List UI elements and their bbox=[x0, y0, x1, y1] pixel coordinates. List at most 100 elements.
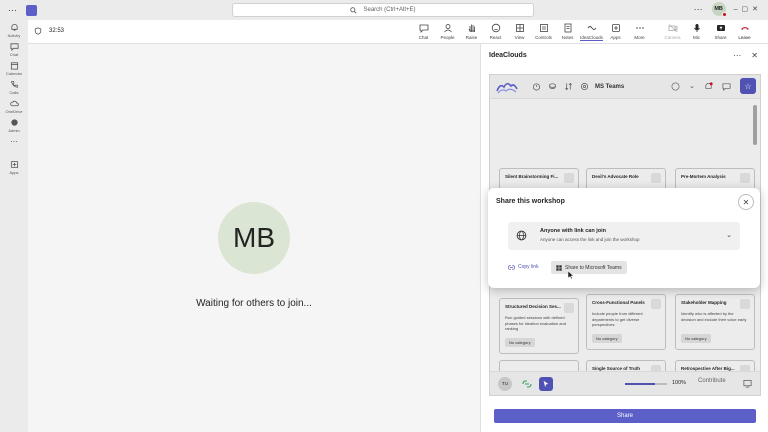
status-circle-icon[interactable] bbox=[671, 81, 680, 91]
user-initials: MB bbox=[714, 6, 723, 12]
user-icon bbox=[651, 173, 661, 183]
rail-calendar[interactable]: Calendar bbox=[0, 61, 28, 76]
tool-react[interactable]: React bbox=[484, 23, 507, 41]
chevron-down-icon[interactable]: ⌄ bbox=[689, 82, 695, 90]
link-icon bbox=[508, 264, 515, 270]
chat-icon bbox=[419, 24, 428, 33]
tool-controls[interactable]: Controls bbox=[532, 23, 555, 41]
zoom-slider[interactable] bbox=[625, 383, 655, 385]
timer-icon[interactable] bbox=[532, 82, 541, 91]
idea-card[interactable]: Cross-Functional Panels Include people f… bbox=[586, 294, 666, 350]
more-icon[interactable]: ⋯ bbox=[8, 5, 18, 16]
shield-icon bbox=[34, 27, 42, 35]
card-title: Cross-Functional Panels bbox=[592, 300, 645, 305]
admin-icon bbox=[10, 119, 18, 126]
category-tag[interactable]: No category bbox=[505, 338, 535, 347]
tool-view[interactable]: View bbox=[508, 23, 531, 41]
rail-admin[interactable]: Admin bbox=[0, 118, 28, 133]
tool-ideaclouds[interactable]: IdeaClouds bbox=[580, 23, 603, 41]
tool-label: Chat bbox=[418, 35, 429, 40]
tool-camera[interactable]: Camera bbox=[661, 23, 684, 41]
search-input[interactable]: Search (Ctrl+Alt+E) bbox=[232, 3, 534, 17]
link-icon[interactable] bbox=[522, 380, 532, 388]
title-bar: ⋯ Search (Ctrl+Alt+E) ⋯ MB –▢✕ bbox=[0, 0, 768, 20]
leave-icon bbox=[740, 27, 749, 30]
app-toolbar: MS Teams ⌄ ☆ bbox=[490, 75, 760, 99]
workshop-title: MS Teams bbox=[595, 83, 625, 90]
people-icon bbox=[443, 24, 452, 33]
zoom-level: 100% bbox=[672, 380, 687, 386]
card-description: Include people from different department… bbox=[592, 311, 643, 328]
copy-link-label: Copy link bbox=[518, 264, 539, 270]
present-button[interactable] bbox=[539, 376, 553, 391]
fullscreen-icon[interactable] bbox=[743, 379, 752, 388]
participant-avatar: MB bbox=[218, 202, 290, 274]
meeting-toolbar: 32:53 Chat People Raise React View Contr… bbox=[28, 20, 768, 44]
phone-icon bbox=[10, 80, 18, 88]
chat-bubble-icon[interactable] bbox=[722, 82, 731, 91]
layers-icon[interactable] bbox=[548, 82, 557, 91]
grid-icon bbox=[515, 24, 524, 32]
tool-share[interactable]: Share bbox=[709, 23, 732, 41]
share-icon bbox=[716, 25, 725, 31]
rail-apps[interactable]: Apps bbox=[0, 160, 28, 175]
settings-icon[interactable] bbox=[580, 82, 589, 91]
cursor-icon bbox=[543, 380, 549, 387]
rail-more[interactable]: ⋯ bbox=[0, 137, 28, 146]
card-title: Stakeholder Mapping bbox=[681, 300, 727, 305]
tool-chat[interactable]: Chat bbox=[412, 23, 435, 41]
copy-link-button[interactable]: Copy link bbox=[508, 264, 539, 270]
share-to-teams-button[interactable]: Share to Microsoft Teams bbox=[551, 261, 627, 274]
share-button[interactable]: Share bbox=[494, 409, 756, 423]
access-title: Anyone with link can join bbox=[540, 228, 607, 234]
rail-activity[interactable]: Activity bbox=[0, 23, 28, 38]
panel-close-icon[interactable]: ✕ bbox=[751, 51, 758, 60]
participant-avatar[interactable]: TU bbox=[498, 376, 512, 391]
app-bottom-bar: TU 100% Contribute bbox=[490, 371, 760, 395]
close-button[interactable]: ✕ bbox=[738, 194, 754, 210]
tool-people[interactable]: People bbox=[436, 23, 459, 41]
smile-icon bbox=[491, 23, 500, 33]
tool-raise[interactable]: Raise bbox=[460, 23, 483, 41]
user-icon bbox=[740, 173, 750, 183]
user-avatar[interactable]: MB bbox=[711, 2, 727, 17]
card-title: Pre-Mortem Analysis bbox=[681, 174, 726, 179]
contribute-button[interactable]: Contribute bbox=[698, 378, 726, 384]
favorite-button[interactable]: ☆ bbox=[740, 78, 756, 94]
tool-notes[interactable]: Notes bbox=[556, 23, 579, 41]
avatar-initials: TU bbox=[502, 381, 508, 386]
sort-icon[interactable] bbox=[564, 82, 573, 91]
ideaclouds-logo-icon bbox=[496, 82, 518, 93]
search-icon bbox=[350, 6, 358, 14]
idea-card[interactable]: Structured Decision Ses... Run guided se… bbox=[499, 298, 579, 354]
tool-label: More bbox=[634, 35, 645, 40]
star-icon: ☆ bbox=[744, 81, 752, 91]
category-tag[interactable]: No category bbox=[592, 334, 622, 343]
rail-calls[interactable]: Calls bbox=[0, 80, 28, 95]
user-icon bbox=[564, 173, 574, 183]
window-controls[interactable]: –▢✕ bbox=[734, 5, 762, 13]
settings-more-icon[interactable]: ⋯ bbox=[694, 4, 704, 15]
notification-icon[interactable] bbox=[704, 81, 713, 91]
zoom-slider-track[interactable] bbox=[655, 383, 667, 385]
meeting-stage: MB Waiting for others to join... bbox=[28, 44, 480, 432]
card-title: Silent Brainstorming Fi... bbox=[505, 174, 559, 179]
idea-card[interactable]: Stakeholder Mapping Identify who is affe… bbox=[675, 294, 755, 350]
tool-label: Leave bbox=[738, 35, 751, 40]
card-title: Devil's Advocate Role bbox=[592, 174, 639, 179]
tool-apps[interactable]: Apps bbox=[604, 23, 627, 41]
tool-more[interactable]: More bbox=[628, 23, 651, 41]
tool-mic[interactable]: Mic bbox=[685, 23, 708, 41]
tool-leave[interactable]: Leave bbox=[733, 23, 756, 41]
access-dropdown[interactable]: Anyone with link can join Anyone can acc… bbox=[508, 222, 740, 250]
category-tag[interactable]: No category bbox=[681, 334, 711, 343]
panel-more-icon[interactable]: ⋯ bbox=[733, 51, 741, 60]
apps-icon bbox=[611, 24, 620, 32]
share-workshop-dialog: Share this workshop ✕ Anyone with link c… bbox=[488, 188, 760, 288]
scrollbar[interactable] bbox=[753, 105, 757, 145]
rail-chat[interactable]: Chat bbox=[0, 42, 28, 57]
globe-icon bbox=[516, 230, 527, 241]
rail-label: OneDrive bbox=[5, 109, 23, 114]
hand-icon bbox=[468, 24, 475, 32]
rail-onedrive[interactable]: OneDrive bbox=[0, 99, 28, 114]
